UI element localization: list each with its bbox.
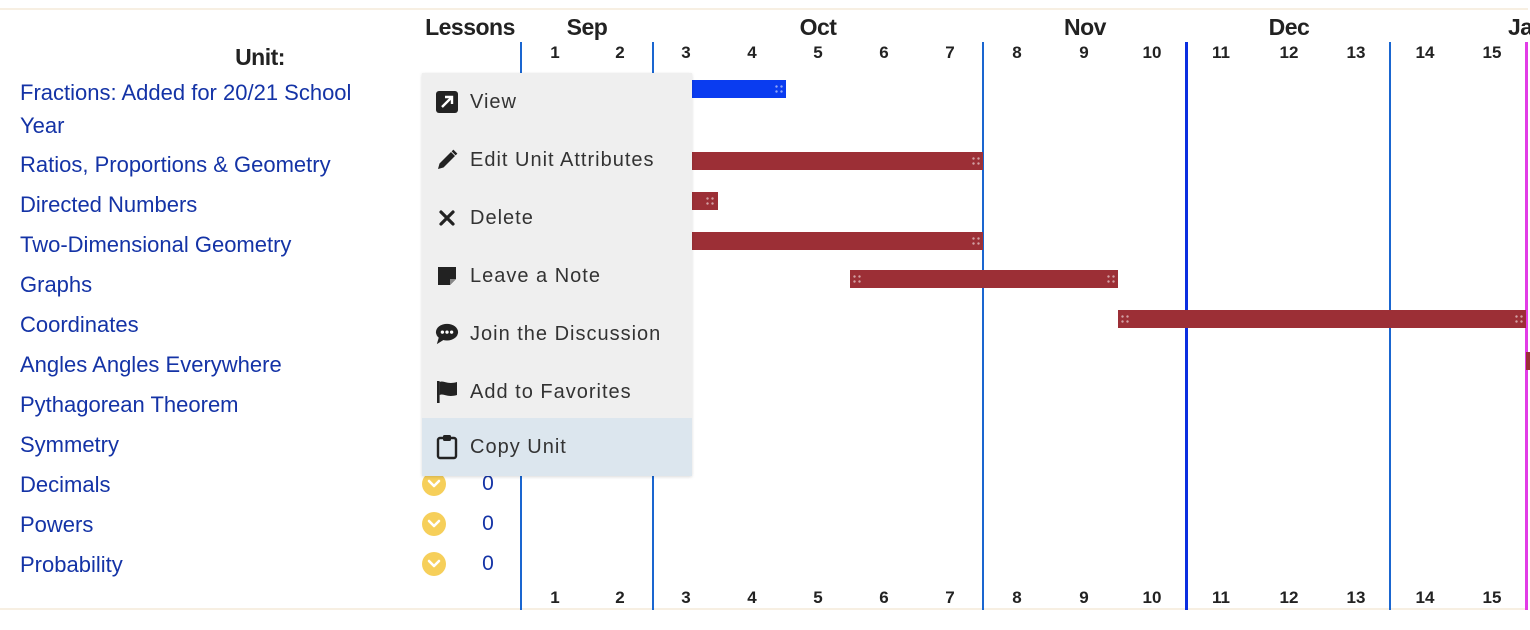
bottom-week-11: 11: [1212, 588, 1230, 607]
drag-handle[interactable]: [852, 274, 862, 284]
unit-link-coordinates[interactable]: Coordinates: [20, 308, 400, 341]
unit-bar-ratios[interactable]: [690, 152, 983, 170]
unit-link-ratios[interactable]: Ratios, Proportions & Geometry: [20, 148, 400, 181]
menu-label-note: Leave a Note: [470, 264, 601, 287]
unit-bar-directed-numbers[interactable]: [690, 192, 718, 210]
drag-handle[interactable]: [1120, 314, 1130, 324]
resize-handle[interactable]: [1106, 274, 1116, 284]
chevron-down-icon[interactable]: [422, 552, 446, 576]
top-week-9: 9: [1079, 43, 1089, 62]
bottom-week-9: 9: [1079, 588, 1089, 607]
bottom-week-14: 14: [1415, 588, 1435, 607]
top-week-5: 5: [813, 43, 823, 62]
top-week-15: 15: [1482, 43, 1502, 62]
menu-label-view: View: [470, 90, 517, 113]
month-label-oct: Oct: [799, 14, 837, 40]
month-label-nov: Nov: [1064, 14, 1106, 40]
menu-item-leave-a-note[interactable]: Leave a Note: [422, 247, 692, 305]
unit-bar-coordinates[interactable]: [1118, 310, 1526, 328]
bottom-week-10: 10: [1142, 588, 1162, 607]
x-icon: [435, 206, 459, 230]
top-week-12: 12: [1279, 43, 1299, 62]
top-week-4: 4: [747, 43, 757, 62]
top-week-14: 14: [1415, 43, 1435, 62]
unit-link-powers[interactable]: Powers: [20, 508, 400, 541]
chat-bubble-icon: [435, 322, 459, 346]
unit-bar-graphs[interactable]: [850, 270, 1118, 288]
menu-item-edit-unit-attributes[interactable]: Edit Unit Attributes: [422, 131, 692, 189]
pencil-icon: [435, 148, 459, 172]
unit-context-menu: View Edit Unit Attributes Delete Leave a…: [422, 73, 692, 476]
unit-bar-fractions[interactable]: [690, 80, 786, 98]
unit-column-header: Unit:: [235, 44, 285, 70]
external-link-icon: [435, 90, 459, 114]
unit-link-two-dimensional-geometry[interactable]: Two-Dimensional Geometry: [20, 228, 400, 261]
top-week-3: 3: [681, 43, 691, 62]
lessons-column-header: Lessons: [425, 14, 515, 40]
bottom-week-2: 2: [615, 588, 625, 607]
menu-label-edit: Edit Unit Attributes: [470, 148, 655, 171]
menu-item-copy-unit[interactable]: Copy Unit: [422, 418, 692, 476]
top-week-1: 1: [550, 43, 560, 62]
bottom-week-4: 4: [747, 588, 757, 607]
month-label-dec: Dec: [1268, 14, 1310, 40]
bottom-week-13: 13: [1346, 588, 1366, 607]
top-week-6: 6: [879, 43, 889, 62]
unit-link-graphs[interactable]: Graphs: [20, 268, 400, 301]
menu-label-discussion: Join the Discussion: [470, 322, 662, 345]
resize-handle[interactable]: [971, 156, 981, 166]
menu-label-copy: Copy Unit: [470, 435, 567, 458]
unit-link-directed-numbers[interactable]: Directed Numbers: [20, 188, 400, 221]
gridline-nov-start: [982, 42, 984, 610]
resize-handle[interactable]: [705, 196, 715, 206]
resize-handle[interactable]: [1514, 314, 1524, 324]
unit-link-symmetry[interactable]: Symmetry: [20, 428, 400, 461]
resize-handle[interactable]: [971, 236, 981, 246]
bottom-week-7: 7: [945, 588, 955, 607]
unit-link-angles[interactable]: Angles Angles Everywhere: [20, 348, 400, 381]
bottom-week-3: 3: [681, 588, 691, 607]
top-week-2: 2: [615, 43, 625, 62]
top-week-13: 13: [1346, 43, 1366, 62]
unit-bar-two-dimensional-geometry[interactable]: [690, 232, 983, 250]
bottom-week-5: 5: [813, 588, 823, 607]
unit-link-fractions[interactable]: Fractions: Added for 20/21 School Year: [20, 76, 400, 142]
month-label-sep: Sep: [566, 14, 608, 40]
top-week-8: 8: [1012, 43, 1022, 62]
unit-link-pythagorean[interactable]: Pythagorean Theorem: [20, 388, 400, 421]
unit-link-probability[interactable]: Probability: [20, 548, 400, 581]
bottom-week-6: 6: [879, 588, 889, 607]
note-icon: [435, 264, 459, 288]
clipboard-icon: [435, 435, 459, 460]
top-week-11: 11: [1212, 43, 1230, 62]
menu-label-favorites: Add to Favorites: [470, 380, 632, 403]
menu-item-view[interactable]: View: [422, 73, 692, 131]
resize-handle[interactable]: [774, 84, 784, 94]
month-label-jan: Ja: [1508, 14, 1530, 40]
bottom-week-12: 12: [1279, 588, 1299, 607]
lesson-count: 0: [482, 512, 494, 535]
menu-item-join-the-discussion[interactable]: Join the Discussion: [422, 305, 692, 363]
lesson-count: 0: [482, 552, 494, 575]
unit-bar-angles[interactable]: [1526, 352, 1530, 370]
bottom-week-15: 15: [1482, 588, 1502, 607]
menu-item-delete[interactable]: Delete: [422, 189, 692, 247]
flag-icon: [435, 380, 459, 404]
bottom-week-8: 8: [1012, 588, 1022, 607]
top-week-10: 10: [1142, 43, 1162, 62]
menu-label-delete: Delete: [470, 206, 534, 229]
menu-item-add-to-favorites[interactable]: Add to Favorites: [422, 363, 692, 421]
top-week-7: 7: [945, 43, 955, 62]
chevron-down-icon[interactable]: [422, 512, 446, 536]
unit-link-decimals[interactable]: Decimals: [20, 468, 400, 501]
bottom-week-1: 1: [550, 588, 560, 607]
